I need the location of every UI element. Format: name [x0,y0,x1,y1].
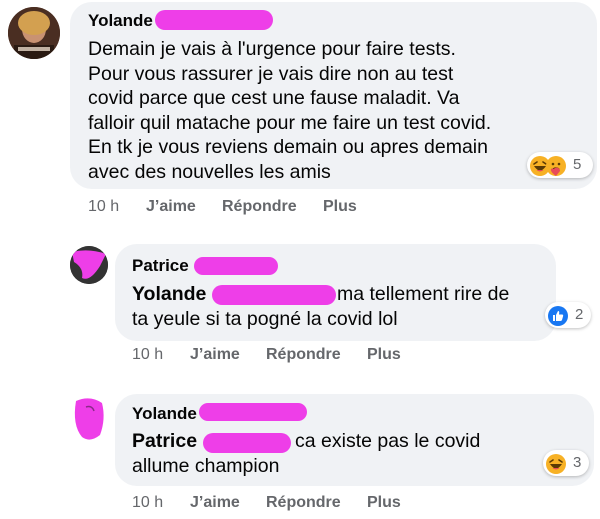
more-button[interactable]: Plus [323,198,357,216]
avatar[interactable] [70,395,110,443]
profile-photo-icon [74,398,104,440]
like-button[interactable]: J’aime [190,494,240,512]
comment-line: allume champion [132,454,280,477]
reaction-summary[interactable]: 2 [545,302,591,328]
redaction-mark [194,257,278,275]
profile-photo-icon [70,246,108,284]
reaction-summary[interactable]: 5 [527,152,593,178]
mention-link[interactable]: Patrice [132,430,197,452]
avatar[interactable] [8,7,60,59]
reaction-count: 2 [575,306,584,323]
comment-line: falloir quil matache pour me faire un te… [88,111,492,134]
reply-button[interactable]: Répondre [266,346,341,364]
comment-author[interactable]: Yolande [88,11,153,31]
comment-line: covid parce que cest une fause maladit. … [88,87,460,109]
comment-line-rest: ma tellement rire de [337,283,510,305]
comment-line: avec des nouvelles les amis [88,160,331,183]
mention-link[interactable]: Yolande [132,283,206,305]
comment-author[interactable]: Yolande [132,404,197,424]
like-button[interactable]: J’aime [190,346,240,364]
comment-line-rest: ca existe pas le covid [295,430,481,452]
redaction-mark [212,285,336,305]
reaction-count: 3 [573,454,582,471]
comment-line: Patrice ca existe pas le covid [132,429,542,454]
timestamp[interactable]: 10 h [132,494,163,512]
timestamp[interactable]: 10 h [88,198,119,216]
comment-text: Patrice ca existe pas le covid allume ch… [132,429,542,478]
comment-text: Yolande ma tellement rire de ta yeule si… [132,282,542,331]
reply-button[interactable]: Répondre [266,494,341,512]
care-icon [546,156,566,176]
haha-icon [546,454,566,474]
comment-text: Demain je vais à l'urgence pour faire te… [88,37,538,184]
comment-author[interactable]: Patrice [132,256,189,276]
redaction-mark [203,433,291,453]
reply-button[interactable]: Répondre [222,198,297,216]
more-button[interactable]: Plus [367,494,401,512]
profile-photo-icon [8,7,60,59]
avatar[interactable] [70,246,108,284]
like-button[interactable]: J’aime [146,198,196,216]
comment-line: Pour vous rassurer je vais dire non au t… [88,62,454,85]
comment-line: Yolande ma tellement rire de [132,282,542,307]
comment-line: ta yeule si ta pogné la covid lol [132,307,398,330]
timestamp[interactable]: 10 h [132,346,163,364]
comment-line: Demain je vais à l'urgence pour faire te… [88,38,456,60]
redaction-mark [155,10,273,30]
comment-line: En tk je vous reviens demain ou apres de… [88,136,488,158]
redaction-mark [199,403,307,421]
reaction-summary[interactable]: 3 [543,450,589,476]
reaction-count: 5 [573,156,582,173]
more-button[interactable]: Plus [367,346,401,364]
like-icon [548,306,568,326]
